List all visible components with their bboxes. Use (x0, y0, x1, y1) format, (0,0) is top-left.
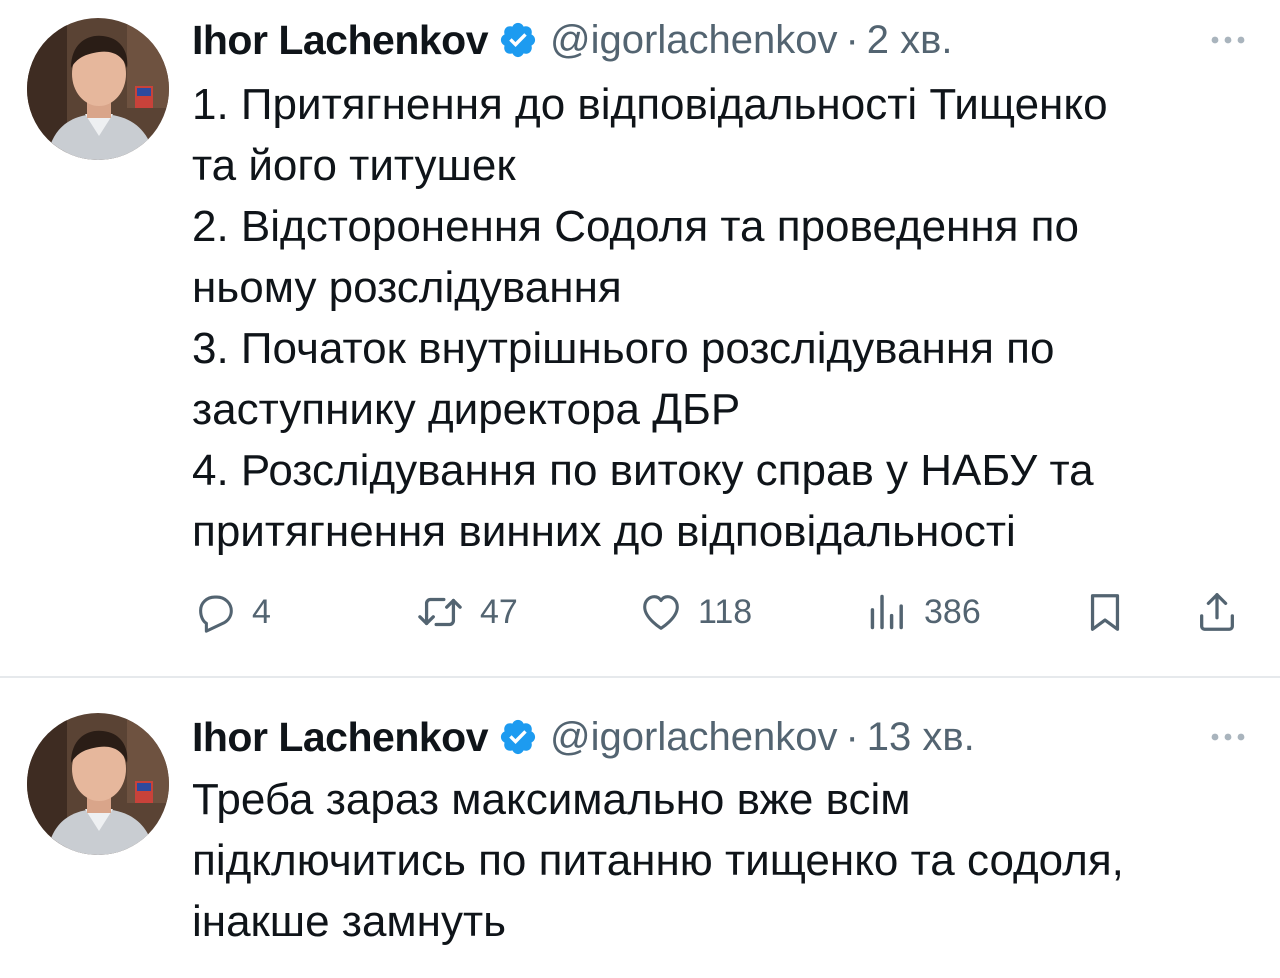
more-options-icon[interactable] (1206, 715, 1250, 759)
reply-icon (192, 589, 238, 635)
author-handle[interactable]: @igorlachenkov (550, 715, 837, 760)
tweet-timestamp[interactable]: 2 хв. (867, 18, 953, 63)
verified-badge-icon (498, 717, 538, 757)
retweet-count: 47 (480, 592, 518, 631)
author-avatar[interactable] (27, 713, 169, 855)
tweet[interactable]: Ihor Lachenkov @igorlachenkov · 13 хв. Т… (0, 677, 1280, 978)
separator-dot: · (845, 714, 859, 759)
separator-dot: · (845, 17, 859, 62)
tweet-text: 1. Притягнення до відповідальності Тищен… (192, 80, 1108, 556)
reply-button[interactable]: 4 (192, 584, 271, 640)
author-handle[interactable]: @igorlachenkov (550, 18, 837, 63)
bookmark-button[interactable] (1082, 584, 1128, 640)
like-button[interactable]: 118 (638, 584, 752, 640)
reply-count: 4 (252, 592, 271, 631)
share-icon (1194, 589, 1240, 635)
like-count: 118 (698, 592, 753, 631)
more-options-icon[interactable] (1206, 18, 1250, 62)
views-button[interactable]: 386 (864, 584, 981, 640)
tweet-timestamp[interactable]: 13 хв. (867, 715, 975, 760)
heart-icon (638, 589, 684, 635)
bookmark-icon (1082, 589, 1128, 635)
author-name[interactable]: Ihor Lachenkov (192, 714, 489, 761)
views-chart-icon (864, 589, 910, 635)
author-avatar[interactable] (27, 18, 169, 160)
retweet-icon (414, 589, 466, 635)
tweet-actions: 4 47 118 386 (192, 584, 1252, 640)
tweet[interactable]: Ihor Lachenkov @igorlachenkov · 2 хв. 1.… (0, 0, 1280, 676)
retweet-button[interactable]: 47 (414, 584, 518, 640)
views-count: 386 (924, 592, 981, 631)
share-button[interactable] (1194, 584, 1240, 640)
tweet-header: Ihor Lachenkov @igorlachenkov · 2 хв. (192, 12, 1250, 68)
author-name[interactable]: Ihor Lachenkov (192, 17, 489, 64)
tweet-header: Ihor Lachenkov @igorlachenkov · 13 хв. (192, 709, 1250, 765)
tweet-text: Треба зараз максимально вже всім підключ… (192, 775, 1124, 946)
verified-badge-icon (498, 20, 538, 60)
